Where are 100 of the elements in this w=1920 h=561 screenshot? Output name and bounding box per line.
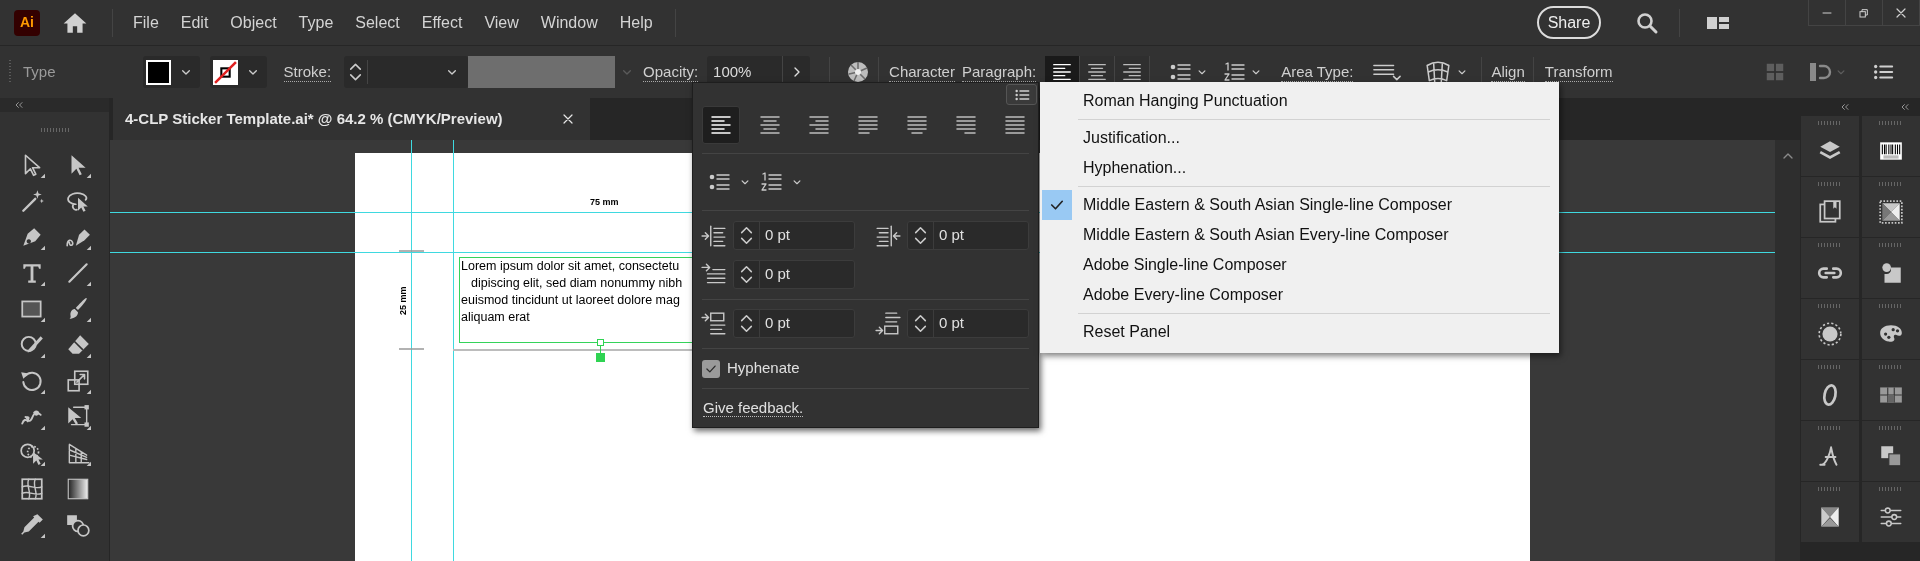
fill-button[interactable] — [142, 56, 200, 88]
align-right-icon — [1121, 61, 1144, 83]
panel-button[interactable] — [1801, 116, 1859, 177]
character-link[interactable]: Character — [889, 62, 955, 82]
checkbox[interactable] — [702, 359, 720, 378]
menu-item-label: Hyphenation... — [1083, 158, 1187, 178]
panel-button[interactable] — [1862, 421, 1920, 482]
menu-item[interactable]: Hyphenation... — [1040, 153, 1559, 183]
menu-item[interactable]: Help — [619, 10, 653, 35]
free-transform-icon[interactable] — [65, 404, 91, 430]
app-logo[interactable]: Ai — [14, 9, 40, 36]
grip-icon — [1879, 486, 1903, 492]
eyedropper-icon[interactable] — [19, 512, 45, 538]
align-right-icon — [807, 113, 831, 137]
panel-button[interactable] — [1801, 177, 1859, 238]
mesh-icon[interactable] — [19, 476, 45, 502]
menu-item[interactable]: File — [133, 10, 159, 35]
dotted-circle-icon — [1817, 321, 1843, 347]
align-justify-left-icon — [856, 113, 880, 137]
grip-icon — [1818, 181, 1842, 187]
grip-icon — [1879, 425, 1903, 431]
search-icon[interactable] — [1635, 10, 1659, 35]
grip-icon — [1879, 242, 1903, 248]
panel-button[interactable] — [1862, 299, 1920, 360]
align-center-icon — [1086, 61, 1109, 83]
panel-button[interactable] — [1862, 116, 1920, 177]
align-justify-all-icon — [1003, 113, 1027, 137]
grip-icon — [1879, 181, 1903, 187]
dimension-label: 75 mm — [590, 196, 619, 209]
area-type-label[interactable]: Area Type: — [1281, 62, 1354, 82]
space-after-icon — [875, 310, 901, 337]
menu-item[interactable]: Select — [355, 10, 400, 35]
recolor-wheel-icon[interactable] — [846, 60, 871, 84]
menu-item[interactable]: Edit — [180, 10, 209, 35]
menu-item[interactable]: Adobe Single-line Composer — [1040, 250, 1559, 280]
align-left-icon — [709, 113, 733, 137]
grip-icon — [1818, 242, 1842, 248]
menu-item-label: Adobe Single-line Composer — [1083, 255, 1287, 275]
panel-button[interactable] — [1801, 421, 1859, 482]
warp-icon — [1425, 59, 1452, 85]
menu-item[interactable]: Middle Eastern & South Asian Every-line Composer — [1040, 220, 1559, 250]
grip-icon[interactable] — [8, 59, 12, 85]
panel-button[interactable] — [1801, 360, 1859, 421]
menu-item[interactable]: Justification... — [1040, 123, 1559, 153]
text-line: euismod tincidunt ut laoreet dolore mag — [460, 292, 681, 309]
align-center-icon — [758, 113, 782, 137]
panel-button[interactable] — [1801, 238, 1859, 299]
paragraph-link[interactable]: Paragraph: — [961, 62, 1037, 82]
panel-button[interactable] — [1862, 482, 1920, 543]
stroke-label[interactable]: Stroke: — [283, 62, 332, 82]
menu-item[interactable]: Type — [298, 10, 334, 35]
panel-button[interactable] — [1862, 238, 1920, 299]
menu-item[interactable]: Middle Eastern & South Asian Single-line Composer — [1040, 190, 1559, 220]
blend-icon[interactable] — [65, 512, 91, 538]
magic-wand-icon[interactable] — [19, 188, 45, 214]
panel-menu-button[interactable] — [1006, 84, 1037, 105]
document-tab[interactable]: 4-CLP Sticker Template.ai* @ 64.2 % (CMYK/Preview) — [113, 98, 590, 140]
shape-builder-icon[interactable] — [19, 440, 45, 466]
text-line: aliquam erat — [460, 309, 531, 326]
indent-field[interactable]: 0 pt — [733, 260, 855, 289]
share-button[interactable]: Share — [1537, 6, 1601, 39]
transform-link[interactable]: Transform — [1544, 62, 1613, 82]
menu-item[interactable]: Adobe Every-line Composer — [1040, 280, 1559, 310]
panel-button[interactable] — [1801, 482, 1859, 543]
indent-field[interactable]: 0 pt — [907, 221, 1029, 250]
grip-icon — [1818, 120, 1842, 126]
menu-item[interactable]: Reset Panel — [1040, 317, 1559, 347]
menu-item[interactable]: Window — [540, 10, 598, 35]
gradient-icon[interactable] — [65, 476, 91, 502]
isolate-icon — [1808, 60, 1832, 84]
align-link[interactable]: Align — [1491, 62, 1525, 82]
document-title: 4-CLP Sticker Template.ai* @ 64.2 % (CMYK/Preview) — [125, 108, 503, 129]
menu-item-label: Justification... — [1083, 128, 1180, 148]
no-stroke-swatch-icon — [212, 59, 238, 85]
grip-icon — [1818, 364, 1842, 370]
indent-field[interactable]: 0 pt — [733, 309, 855, 338]
indent-field[interactable]: 0 pt — [907, 309, 1029, 338]
line-segment-icon[interactable] — [65, 260, 91, 286]
indent-field[interactable]: 0 pt — [733, 221, 855, 250]
rotate-handle[interactable] — [596, 339, 605, 362]
grip-icon[interactable] — [40, 126, 69, 133]
numbered-list-icon — [1223, 60, 1248, 84]
artboards-icon — [1817, 199, 1843, 225]
align-button[interactable] — [702, 106, 740, 144]
scale-icon[interactable] — [65, 368, 91, 394]
stroke-weight-field[interactable] — [344, 56, 469, 88]
feedback-link[interactable]: Give feedback. — [703, 399, 804, 417]
panel-button[interactable] — [1862, 177, 1920, 238]
text-line: dipiscing elit, sed diam nonummy nibh — [470, 275, 684, 292]
menu-item[interactable]: Effect — [421, 10, 463, 35]
menu-item[interactable]: Roman Hanging Punctuation — [1040, 86, 1559, 116]
opacity-label[interactable]: Opacity: — [643, 62, 699, 82]
stroke-button[interactable] — [209, 56, 267, 88]
menu-item[interactable]: View — [484, 10, 519, 35]
numbered-list-icon — [760, 170, 784, 194]
menu-item[interactable]: Object — [230, 10, 277, 35]
align-left-icon — [1051, 61, 1074, 83]
fill-swatch-icon — [145, 59, 171, 85]
panel-button[interactable] — [1801, 299, 1859, 360]
checkbox-label: Hyphenate — [727, 358, 800, 379]
